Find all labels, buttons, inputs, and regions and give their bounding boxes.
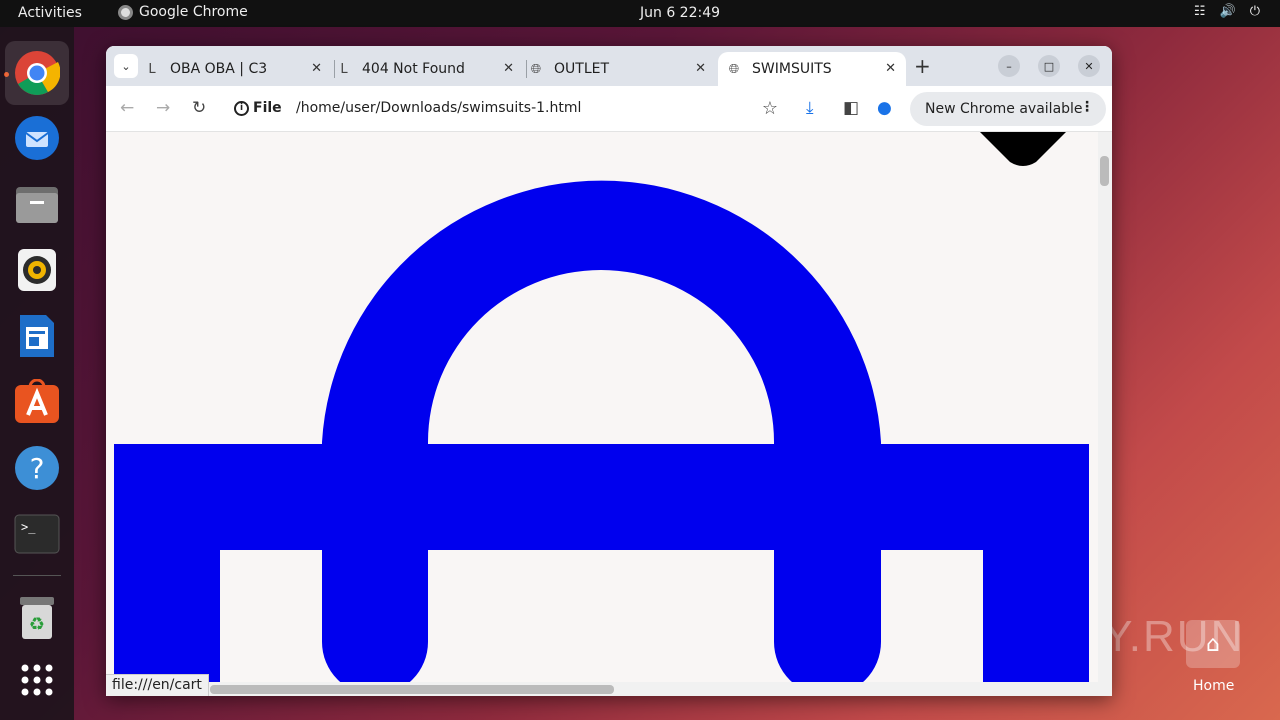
chrome-icon[interactable] (5, 41, 69, 105)
maximize-button[interactable]: □ (1038, 55, 1060, 77)
rhythmbox-icon[interactable] (13, 246, 61, 294)
tab-favicon: L (340, 61, 348, 77)
clock[interactable]: Jun 6 22:49 (640, 5, 720, 21)
scheme-label: File (253, 100, 282, 116)
home-label[interactable]: Home (1193, 678, 1234, 694)
home-folder-icon[interactable]: ⌂ (1186, 620, 1240, 668)
dock-divider (13, 575, 61, 576)
chrome-window: ⌄ L OBA OBA | C3 ✕ L 404 Not Found ✕ 🌐︎ … (106, 46, 1112, 696)
dock: ? >_ ♻ (0, 27, 74, 720)
black-shape (980, 132, 1066, 166)
page-graphic (114, 132, 1089, 682)
address-bar[interactable]: i File /home/user/Downloads/swimsuits-1.… (224, 92, 790, 126)
info-icon: i (234, 100, 249, 116)
tab-title: OUTLET (554, 61, 610, 77)
side-panel-icon[interactable]: ◧ (843, 98, 859, 118)
vertical-scrollbar[interactable] (1098, 132, 1112, 696)
tab-outlet[interactable]: 🌐︎ OUTLET ✕ (528, 52, 716, 86)
app-grid-icon[interactable] (13, 656, 61, 704)
tab-title: SWIMSUITS (752, 61, 832, 77)
app-center-icon[interactable] (13, 378, 61, 426)
close-window-button[interactable]: ✕ (1078, 55, 1100, 77)
download-icon[interactable]: ⤓ (806, 98, 814, 118)
svg-text:♻: ♻ (29, 614, 45, 635)
vertical-scroll-thumb[interactable] (1100, 156, 1109, 186)
close-icon[interactable]: ✕ (503, 61, 514, 76)
tab-search-button[interactable]: ⌄ (114, 54, 138, 78)
tab-404[interactable]: L 404 Not Found ✕ (336, 52, 524, 86)
writer-icon[interactable] (13, 312, 61, 360)
tab-separator (334, 60, 335, 78)
url-text[interactable]: /home/user/Downloads/swimsuits-1.html (296, 100, 581, 116)
svg-text:>_: >_ (21, 520, 36, 534)
app-menu[interactable]: Google Chrome (118, 4, 248, 20)
forward-icon[interactable]: → (156, 98, 170, 118)
tab-separator (526, 60, 527, 78)
update-label: New Chrome available (925, 101, 1083, 117)
tab-oba[interactable]: L OBA OBA | C3 ✕ (144, 52, 332, 86)
thunderbird-icon[interactable] (13, 114, 61, 162)
help-icon[interactable]: ? (13, 444, 61, 492)
top-bar: Activities Google Chrome Jun 6 22:49 ☷ 🔊… (0, 0, 1280, 27)
profile-icon[interactable]: ● (877, 98, 892, 118)
globe-icon: 🌐︎ (728, 61, 740, 77)
reload-icon[interactable]: ↻ (192, 98, 206, 118)
trash-icon[interactable]: ♻ (13, 594, 61, 642)
files-icon[interactable] (13, 180, 61, 228)
menu-icon[interactable]: ⋮ (1080, 99, 1094, 115)
tab-strip: ⌄ L OBA OBA | C3 ✕ L 404 Not Found ✕ 🌐︎ … (106, 46, 1112, 86)
left-leg (114, 550, 220, 682)
tab-title: 404 Not Found (362, 61, 465, 77)
power-icon[interactable]: ⏻ (1250, 4, 1260, 19)
tab-title: OBA OBA | C3 (170, 61, 268, 77)
bookmark-star-icon[interactable]: ☆ (762, 98, 778, 119)
horizontal-scroll-thumb[interactable] (210, 685, 614, 694)
activities-button[interactable]: Activities (18, 5, 82, 21)
right-leg (983, 550, 1089, 682)
minimize-button[interactable]: – (998, 55, 1020, 77)
browser-toolbar: ← → ↻ i File /home/user/Downloads/swimsu… (106, 86, 1112, 132)
system-tray[interactable]: ☷ 🔊 ⏻ (1194, 4, 1260, 19)
horizontal-bar (114, 444, 1089, 550)
tab-swimsuits[interactable]: 🌐︎ SWIMSUITS ✕ (718, 52, 906, 86)
page-viewport[interactable]: file:///en/cart (106, 132, 1112, 696)
globe-icon: 🌐︎ (530, 61, 542, 77)
close-icon[interactable]: ✕ (695, 61, 706, 76)
back-icon[interactable]: ← (120, 98, 134, 118)
horizontal-scrollbar[interactable] (106, 682, 1098, 696)
svg-text:?: ? (30, 452, 45, 485)
chrome-small-icon (118, 4, 133, 20)
close-icon[interactable]: ✕ (311, 61, 322, 76)
terminal-icon[interactable]: >_ (13, 510, 61, 558)
volume-icon[interactable]: 🔊 (1220, 4, 1236, 19)
inner-right-leg (774, 550, 881, 682)
arch-shape (322, 180, 881, 444)
new-tab-button[interactable]: + (914, 54, 931, 78)
update-chrome-button[interactable]: New Chrome available ⋮ (910, 92, 1106, 126)
close-icon[interactable]: ✕ (885, 61, 896, 76)
tab-favicon: L (148, 61, 156, 77)
inner-left-leg (322, 550, 428, 682)
app-name: Google Chrome (139, 4, 248, 20)
link-status-bar: file:///en/cart (106, 674, 209, 696)
network-icon[interactable]: ☷ (1194, 4, 1206, 19)
site-info-button[interactable]: i File (234, 100, 282, 116)
